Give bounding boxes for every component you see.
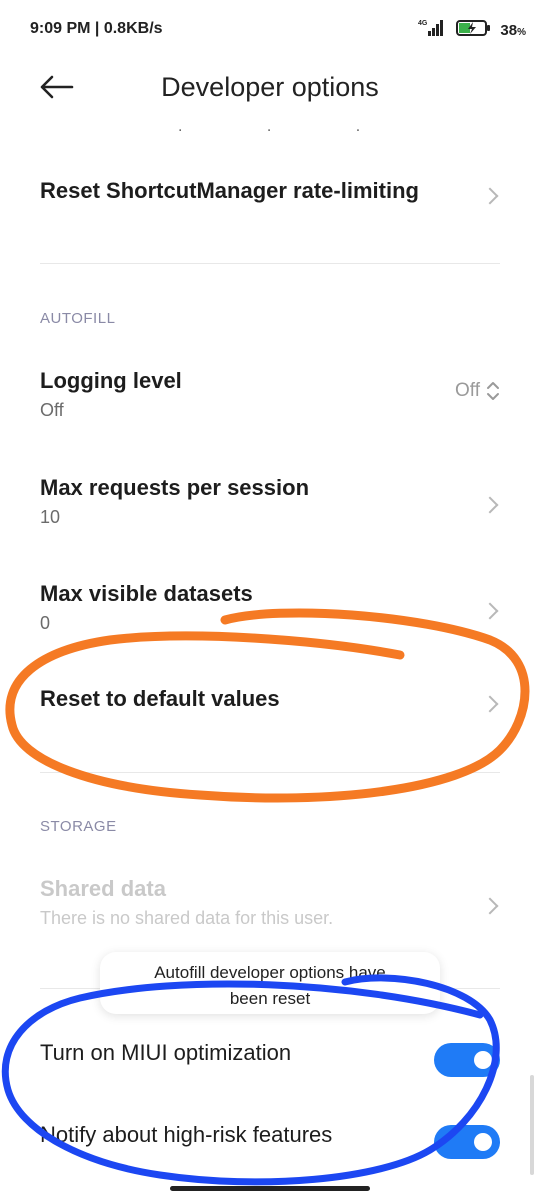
home-indicator[interactable] [170, 1186, 370, 1191]
svg-text:4G: 4G [418, 20, 428, 27]
logging-level-value: Off [40, 400, 64, 420]
battery-level: 38% [500, 21, 526, 39]
high-risk-toggle[interactable] [434, 1125, 500, 1159]
logging-level-selector[interactable]: Off [455, 380, 500, 402]
truncated-row-text: . . . [178, 118, 401, 135]
max-requests-item[interactable]: Max requests per session 10 [40, 475, 500, 535]
high-risk-item[interactable]: Notify about high-risk features [40, 1122, 500, 1162]
max-visible-item[interactable]: Max visible datasets 0 [40, 581, 500, 641]
toast-line-2: been reset [229, 989, 311, 1008]
shared-data-subtitle: There is no shared data for this user. [40, 908, 334, 928]
max-visible-value: 0 [40, 613, 51, 633]
logging-level-item[interactable]: Logging level Off Off [40, 368, 500, 428]
miui-optimization-toggle[interactable] [434, 1043, 500, 1077]
app-bar: Developer options [0, 60, 540, 120]
reset-shortcut-title: Reset ShortcutManager rate-limiting [40, 178, 419, 203]
status-bar: 9:09 PM | 0.8KB/s 4G 38% [0, 0, 540, 60]
logging-level-title: Logging level [40, 368, 182, 393]
toast-line-1: Autofill developer options have [154, 963, 386, 982]
reset-defaults-item[interactable]: Reset to default values [40, 686, 500, 722]
toast-message: Autofill developer options have been res… [100, 952, 440, 1014]
status-time: 9:09 PM | 0.8KB/s [30, 20, 163, 37]
divider [40, 772, 500, 773]
high-risk-title: Notify about high-risk features [40, 1122, 333, 1147]
reset-defaults-title: Reset to default values [40, 686, 280, 711]
section-header-storage: STORAGE [40, 818, 117, 835]
scrollbar[interactable] [530, 1075, 534, 1175]
miui-optimization-title: Turn on MIUI optimization [40, 1040, 292, 1065]
status-icons: 4G 38% [418, 18, 526, 42]
divider [40, 263, 500, 264]
max-requests-title: Max requests per session [40, 475, 310, 500]
miui-optimization-item[interactable]: Turn on MIUI optimization [40, 1040, 500, 1080]
toggle-knob [474, 1133, 492, 1151]
max-visible-title: Max visible datasets [40, 581, 253, 606]
page-title: Developer options [161, 72, 379, 102]
signal-icon: 4G [418, 18, 448, 42]
shared-data-item[interactable]: Shared data There is no shared data for … [40, 876, 500, 936]
chevron-up-down-icon [487, 382, 499, 400]
section-header-autofill: AUTOFILL [40, 310, 116, 327]
shared-data-title: Shared data [40, 876, 166, 901]
toggle-knob [474, 1051, 492, 1069]
max-requests-value: 10 [40, 507, 61, 527]
reset-shortcut-item[interactable]: Reset ShortcutManager rate-limiting [40, 178, 500, 214]
logging-level-selected: Off [455, 380, 480, 401]
battery-charging-icon [456, 18, 492, 42]
